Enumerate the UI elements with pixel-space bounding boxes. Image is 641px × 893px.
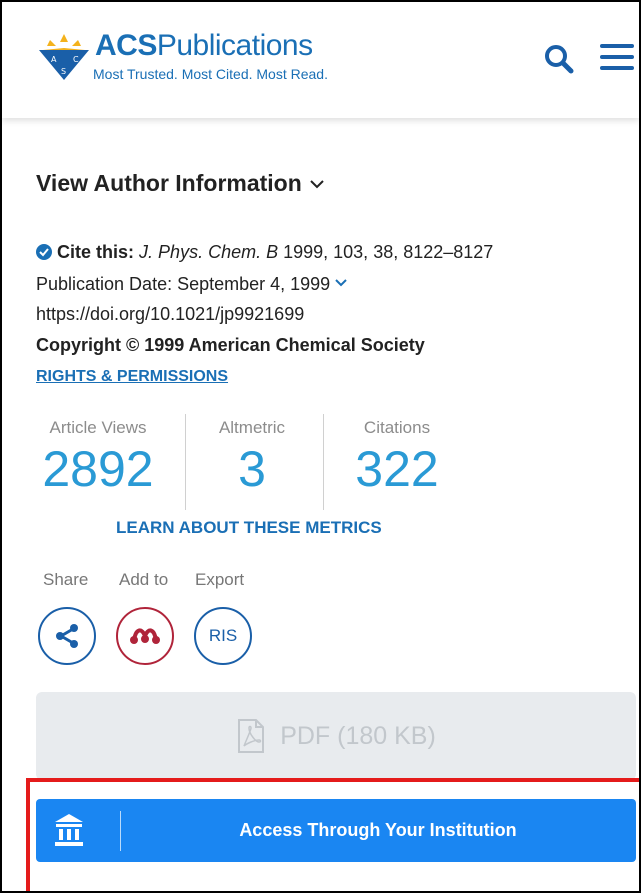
export-ris-button[interactable]: RIS bbox=[194, 607, 252, 665]
page-frame: A C S ACSPublications Most Trusted. Most… bbox=[0, 0, 641, 893]
metric-altmetric[interactable]: Altmetric 3 bbox=[202, 418, 302, 494]
brand-title: ACSPublications bbox=[95, 29, 313, 62]
menu-icon[interactable] bbox=[600, 42, 634, 72]
share-label: Share bbox=[43, 570, 89, 589]
learn-metrics-link[interactable]: LEARN ABOUT THESE METRICS bbox=[116, 518, 382, 538]
access-institution-button[interactable]: Access Through Your Institution bbox=[36, 799, 636, 862]
metric-value: 2892 bbox=[42, 441, 154, 497]
cite-label: Cite this: bbox=[57, 242, 135, 262]
pdf-label: PDF (180 KB) bbox=[280, 721, 436, 750]
svg-text:A: A bbox=[51, 55, 57, 64]
svg-text:C: C bbox=[73, 55, 79, 64]
metric-label: Citations bbox=[363, 418, 431, 437]
cite-line: Cite this: J. Phys. Chem. B 1999, 103, 3… bbox=[36, 242, 493, 263]
doi-link[interactable]: https://doi.org/10.1021/jp9921699 bbox=[36, 304, 304, 325]
share-icon bbox=[56, 624, 78, 648]
metric-label: Article Views bbox=[49, 418, 147, 437]
pdf-file-icon bbox=[238, 719, 265, 753]
chevron-down-icon bbox=[310, 179, 324, 188]
metric-value: 322 bbox=[355, 441, 439, 497]
site-header: A C S ACSPublications Most Trusted. Most… bbox=[2, 2, 639, 118]
copyright-notice: Copyright © 1999 American Chemical Socie… bbox=[36, 335, 425, 355]
brand-tagline: Most Trusted. Most Cited. Most Read. bbox=[93, 66, 328, 82]
journal-name: J. Phys. Chem. B bbox=[139, 242, 279, 262]
acs-logo-icon: A C S bbox=[39, 34, 89, 80]
author-info-label: View Author Information bbox=[36, 170, 302, 196]
ris-label: RIS bbox=[208, 626, 238, 645]
check-circle-icon bbox=[36, 244, 52, 260]
metric-divider bbox=[185, 414, 186, 510]
svg-text:S: S bbox=[61, 67, 66, 76]
metric-value: 3 bbox=[238, 441, 266, 497]
share-button[interactable] bbox=[38, 607, 96, 665]
rights-permissions-link[interactable]: RIGHTS & PERMISSIONS bbox=[36, 368, 228, 386]
acs-logo[interactable]: A C S ACSPublications Most Trusted. Most… bbox=[35, 29, 335, 90]
add-to-label: Add to bbox=[119, 570, 169, 589]
institution-icon bbox=[55, 814, 83, 846]
search-icon[interactable] bbox=[543, 43, 575, 75]
metric-citations[interactable]: Citations 322 bbox=[342, 418, 452, 494]
mendeley-icon bbox=[130, 628, 160, 644]
publication-date[interactable]: Publication Date: September 4, 1999 bbox=[36, 274, 347, 295]
metric-article-views: Article Views 2892 bbox=[38, 418, 158, 494]
citation-details: 1999, 103, 38, 8122–8127 bbox=[283, 242, 494, 262]
pdf-download-button[interactable]: PDF (180 KB) bbox=[36, 692, 636, 780]
metric-label: Altmetric bbox=[218, 418, 286, 437]
chevron-down-icon bbox=[335, 279, 347, 287]
export-label: Export bbox=[195, 570, 245, 589]
access-label: Access Through Your Institution bbox=[239, 820, 517, 840]
metric-divider bbox=[323, 414, 324, 510]
author-info-toggle[interactable]: View Author Information bbox=[36, 170, 324, 197]
add-to-mendeley-button[interactable] bbox=[116, 607, 174, 665]
